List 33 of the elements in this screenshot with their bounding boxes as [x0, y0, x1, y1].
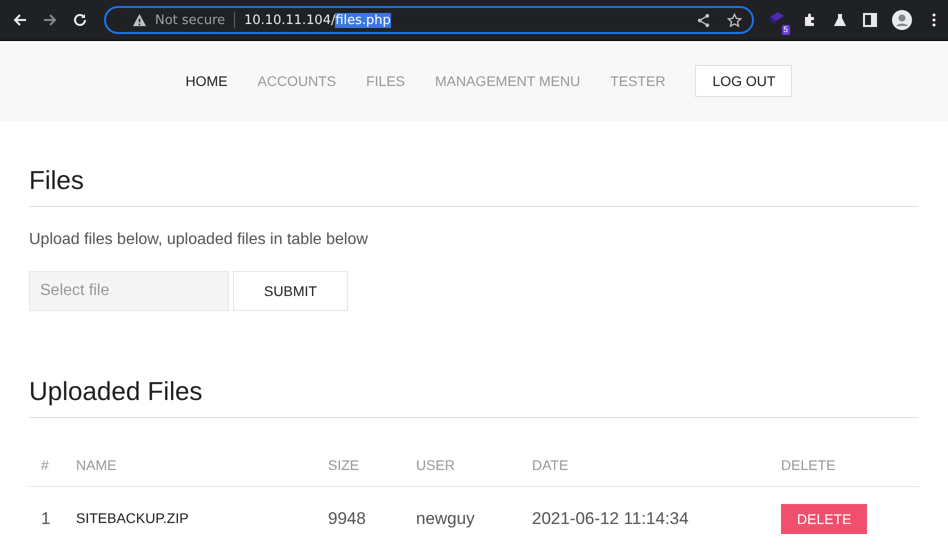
column-header: USER	[416, 457, 455, 473]
table-cell: SITEBACKUP.ZIP	[76, 510, 189, 526]
flask-icon[interactable]	[832, 12, 848, 28]
avatar-icon[interactable]	[892, 10, 912, 30]
description-text: Upload files below, uploaded files in table below	[29, 231, 369, 249]
table-cell: 9948	[328, 509, 366, 528]
column-header: #	[41, 457, 49, 473]
back-icon[interactable]	[12, 12, 28, 28]
reload-icon[interactable]	[72, 12, 88, 28]
column-header: NAME	[76, 457, 116, 473]
column-header: DELETE	[781, 457, 836, 473]
column-header: SIZE	[328, 457, 360, 473]
logout-button[interactable]: LOG OUT	[695, 65, 792, 97]
column-header: DATE	[532, 457, 568, 473]
submit-button[interactable]: SUBMIT	[233, 271, 348, 311]
table-cell: newguy	[416, 509, 475, 528]
nav-link[interactable]: HOME	[186, 73, 228, 89]
section-title: Files	[29, 165, 85, 196]
extension-badge: 5	[782, 25, 790, 35]
url-host: 10.10.11.104/	[244, 12, 336, 28]
url-path: files.php	[335, 12, 391, 28]
file-field[interactable]: Select file	[29, 271, 229, 311]
warning-icon	[132, 12, 147, 28]
forward-icon[interactable]	[42, 12, 58, 28]
table-cell: 2021-06-12 11:14:34	[532, 509, 689, 528]
delete-button[interactable]: DELETE	[781, 504, 868, 534]
star-icon[interactable]	[727, 12, 742, 28]
share-icon[interactable]	[696, 12, 711, 28]
table-cell: 1	[41, 509, 50, 528]
address-bar[interactable]: Not secure 10.10.11.104/files.php	[104, 6, 754, 34]
side-panel-icon[interactable]	[862, 12, 878, 28]
section-title: Uploaded Files	[29, 376, 204, 407]
security-label: Not secure	[155, 12, 226, 28]
